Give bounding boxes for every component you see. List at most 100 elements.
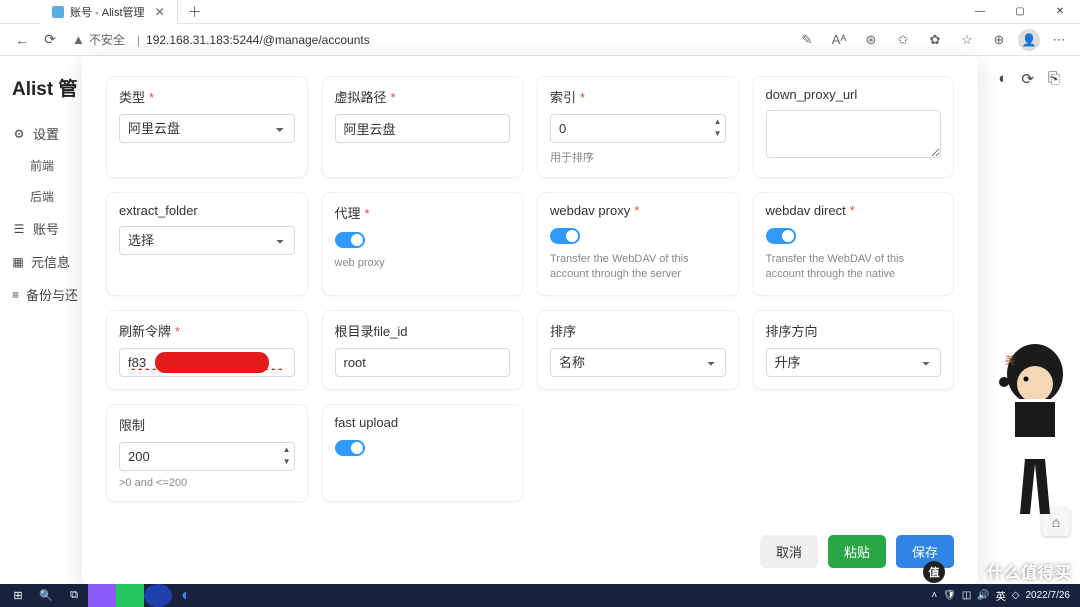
sidebar-item-label: 设置	[33, 124, 59, 143]
sidebar-item-meta[interactable]: ▦ 元信息	[0, 245, 82, 278]
webdav-direct-toggle[interactable]	[766, 228, 796, 244]
url-box[interactable]: ▲ 不安全 | 192.168.31.183:5244/@manage/acco…	[72, 31, 786, 48]
webdav-proxy-hint: Transfer the WebDAV of this account thro…	[550, 252, 726, 283]
favorites-bar-icon[interactable]: ☆	[954, 27, 980, 53]
sidebar-item-settings[interactable]: ⚙ 设置	[0, 117, 82, 150]
dark-mode-icon[interactable]: ◐	[998, 70, 1007, 88]
smzdm-watermark: 什么值得买	[987, 559, 1072, 583]
sidebar-item-frontend[interactable]: 前端	[0, 150, 82, 181]
limit-input[interactable]	[119, 442, 295, 471]
sidebar-item-label: 元信息	[31, 252, 70, 271]
system-tray: ˄ 🛡 ◫ 🔊 英 ◇ 2022/7/26	[931, 588, 1076, 603]
save-button[interactable]: 保存	[896, 535, 954, 568]
task-view-icon[interactable]: ⧉	[60, 584, 88, 607]
tab-favicon	[52, 6, 64, 18]
db-icon: ≡	[12, 288, 19, 302]
profile-avatar[interactable]: 👤	[1018, 29, 1040, 51]
url-text: 192.168.31.183:5244/@manage/accounts	[146, 33, 370, 47]
tray-network-icon[interactable]: ◫	[962, 590, 971, 601]
gear-icon: ⚙	[12, 127, 26, 141]
modal-body: 类型* 阿里云盘 虚拟路径* 索引* ▲▼ 用于排序 down_proxy_	[106, 76, 954, 521]
stepper-up-icon[interactable]: ▲	[283, 444, 291, 456]
sidebar-item-label: 前端	[30, 157, 54, 174]
svg-text:美: 美	[1005, 354, 1015, 367]
webdav-direct-hint: Transfer the WebDAV of this account thro…	[766, 252, 942, 283]
close-window-button[interactable]: ✕	[1040, 0, 1080, 24]
refresh-button[interactable]: ⟳	[36, 26, 64, 54]
index-input[interactable]	[550, 114, 726, 143]
text-size-icon[interactable]: Aᴬ	[826, 27, 852, 53]
anime-character-overlay: 美	[990, 324, 1080, 524]
stepper-down-icon[interactable]: ▼	[283, 456, 291, 468]
ime-indicator[interactable]: 英	[996, 588, 1006, 603]
field-sort-direction: 排序方向 升序	[753, 310, 955, 390]
scroll-top-button[interactable]: ⌂	[1042, 508, 1070, 536]
field-type: 类型* 阿里云盘	[106, 76, 308, 178]
webdav-proxy-toggle[interactable]	[550, 228, 580, 244]
field-root-file-id: 根目录file_id	[322, 310, 524, 390]
stepper-up-icon[interactable]: ▲	[714, 116, 722, 128]
translate-icon[interactable]: ⊛	[858, 27, 884, 53]
refresh-token-input[interactable]	[119, 348, 295, 377]
down-proxy-url-textarea[interactable]	[766, 110, 942, 158]
extract-folder-select[interactable]: 选择	[119, 226, 295, 255]
sort-direction-select[interactable]: 升序	[766, 348, 942, 377]
field-sort: 排序 名称	[537, 310, 739, 390]
virtual-path-input[interactable]	[335, 114, 511, 143]
tray-chevron-icon[interactable]: ˄	[931, 590, 937, 601]
smzdm-badge-icon: 值	[923, 561, 945, 583]
clock[interactable]: 2022/7/26	[1026, 590, 1071, 601]
sidebar-item-backend[interactable]: 后端	[0, 181, 82, 212]
url-separator: |	[137, 33, 140, 47]
new-tab-button[interactable]: ＋	[188, 2, 202, 22]
window-controls: — ▢ ✕	[960, 0, 1080, 24]
taskbar-app-2[interactable]	[116, 584, 144, 607]
proxy-toggle[interactable]	[335, 232, 365, 248]
grid-icon: ▦	[12, 255, 24, 269]
sidebar: Alist 管 ⚙ 设置 前端 后端 ☰ 账号 ▦ 元信息 ≡ 备份与还	[0, 56, 82, 584]
menu-icon[interactable]: ⋯	[1046, 27, 1072, 53]
app-title: Alist 管	[0, 68, 82, 117]
main-area: Alist 管 ⚙ 设置 前端 后端 ☰ 账号 ▦ 元信息 ≡ 备份与还 ◐ ⟳…	[0, 56, 1080, 584]
tray-icon-5[interactable]: ◇	[1012, 590, 1020, 601]
browser-tab[interactable]: 账号 - Alist管理 ✕	[40, 0, 178, 24]
page-toolbar: ◐ ⟳ ⎘	[998, 70, 1060, 88]
minimize-button[interactable]: —	[960, 0, 1000, 24]
reload-icon[interactable]: ⟳	[1021, 70, 1034, 88]
list-icon: ☰	[12, 222, 26, 236]
field-down-proxy-url: down_proxy_url	[753, 76, 955, 178]
sidebar-item-accounts[interactable]: ☰ 账号	[0, 212, 82, 245]
reader-icon[interactable]: ✎	[794, 27, 820, 53]
back-button[interactable]: ←	[8, 26, 36, 54]
field-webdav-direct: webdav direct* Transfer the WebDAV of th…	[753, 192, 955, 296]
tab-title: 账号 - Alist管理	[70, 4, 145, 20]
start-button[interactable]: ⊞	[4, 584, 32, 607]
sidebar-item-backup[interactable]: ≡ 备份与还	[0, 278, 82, 311]
tray-volume-icon[interactable]: 🔊	[977, 590, 989, 601]
favorite-icon[interactable]: ✩	[890, 27, 916, 53]
cancel-button[interactable]: 取消	[760, 535, 818, 568]
extensions-icon[interactable]: ✿	[922, 27, 948, 53]
account-edit-modal: 类型* 阿里云盘 虚拟路径* 索引* ▲▼ 用于排序 down_proxy_	[82, 56, 978, 584]
sidebar-item-label: 备份与还	[26, 285, 78, 304]
taskbar-app-4[interactable]: ◐	[172, 584, 200, 607]
limit-hint: >0 and <=200	[119, 477, 295, 489]
tray-shield-icon[interactable]: 🛡	[943, 590, 956, 601]
field-extract-folder: extract_folder 选择	[106, 192, 308, 296]
stepper-down-icon[interactable]: ▼	[714, 128, 722, 140]
edge-browser-icon[interactable]	[144, 584, 172, 607]
collections-icon[interactable]: ⊕	[986, 27, 1012, 53]
field-index: 索引* ▲▼ 用于排序	[537, 76, 739, 178]
type-select[interactable]: 阿里云盘	[119, 114, 295, 143]
address-bar: ← ⟳ ▲ 不安全 | 192.168.31.183:5244/@manage/…	[0, 24, 1080, 56]
paste-button[interactable]: 粘贴	[828, 535, 886, 568]
fast-upload-toggle[interactable]	[335, 440, 365, 456]
search-icon[interactable]: 🔍	[32, 584, 60, 607]
maximize-button[interactable]: ▢	[1000, 0, 1040, 24]
taskbar-app-1[interactable]	[88, 584, 116, 607]
sort-select[interactable]: 名称	[550, 348, 726, 377]
root-file-id-input[interactable]	[335, 348, 511, 377]
field-limit: 限制 ▲▼ >0 and <=200	[106, 404, 308, 502]
close-tab-icon[interactable]: ✕	[155, 5, 165, 19]
logout-icon[interactable]: ⎘	[1048, 70, 1060, 88]
